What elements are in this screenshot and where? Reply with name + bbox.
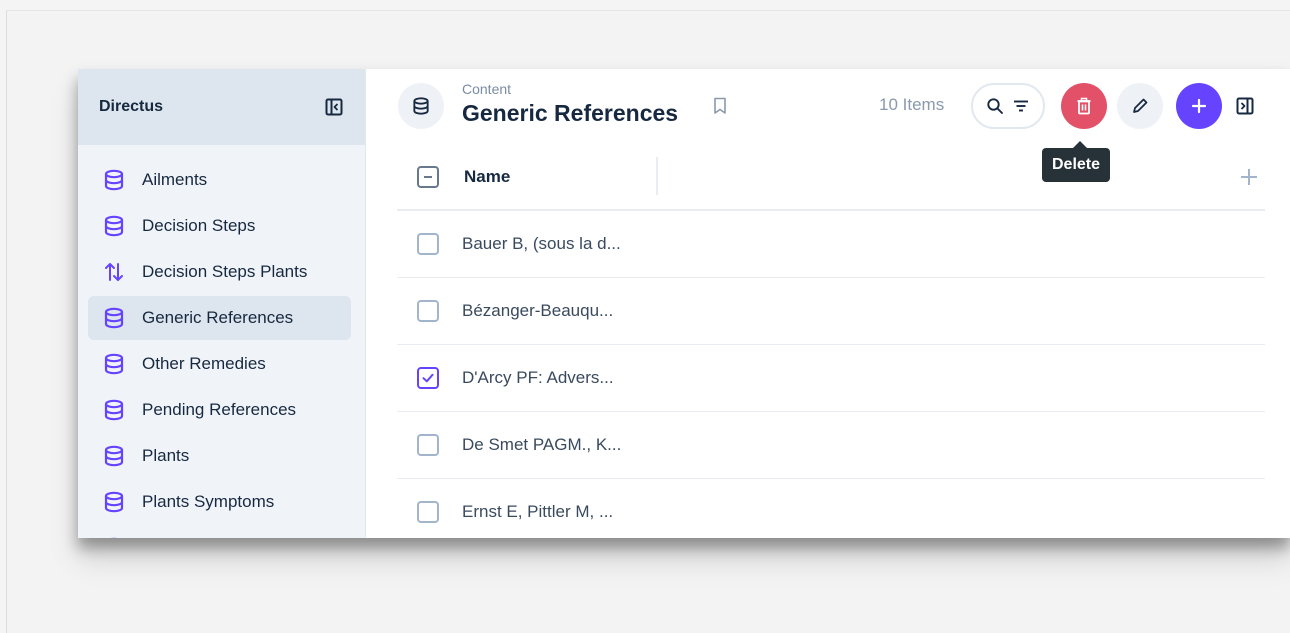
database-icon — [413, 97, 429, 115]
pencil-icon — [1133, 98, 1148, 113]
select-all-checkbox[interactable] — [417, 166, 439, 188]
row-name: Bauer B, (sous la d... — [462, 234, 621, 253]
row-checkbox[interactable] — [417, 233, 439, 255]
app-window: Directus Ailments Decision Steps Decisio… — [78, 69, 1290, 538]
row-checkbox[interactable] — [417, 434, 439, 456]
sidebar-item-ailments[interactable]: Ailments — [88, 158, 351, 202]
sidebar-item-label: Other Remedies — [142, 354, 266, 373]
checkmark-icon — [422, 373, 434, 383]
row-name: D'Arcy PF: Advers... — [462, 368, 614, 387]
collection-icon-button[interactable] — [398, 83, 444, 129]
sidebar-item-label: Decision Steps — [142, 216, 256, 235]
search-filter-button[interactable] — [971, 83, 1045, 129]
database-icon — [102, 352, 126, 376]
bookmark-icon — [714, 97, 726, 114]
add-column-button[interactable] — [1237, 165, 1261, 189]
database-icon — [102, 490, 126, 514]
table-row[interactable]: Ernst E, Pittler M, ... — [397, 479, 1265, 538]
header-bar: Content Generic References 10 Items — [367, 69, 1290, 145]
sidebar-item-plants[interactable]: Plants — [88, 434, 351, 478]
trash-icon — [1077, 97, 1091, 115]
database-icon — [102, 536, 126, 538]
sidebar-toggle-icon — [325, 98, 343, 116]
page-title: Generic References — [462, 100, 679, 126]
sidebar-header: Directus — [78, 69, 365, 145]
sidebar-item-plants-symptoms[interactable]: Plants Symptoms — [88, 480, 351, 524]
project-name: Directus — [99, 98, 164, 115]
item-count: 10 Items — [879, 95, 945, 114]
breadcrumb[interactable]: Content — [462, 81, 511, 97]
sidebar-item-partial[interactable] — [88, 526, 351, 538]
items-table: Name Bauer B, (sous la d... Bézanger-Bea… — [397, 145, 1265, 538]
table-header: Name — [397, 145, 1265, 211]
database-icon — [102, 398, 126, 422]
table-row[interactable]: Bézanger-Beauqu... — [397, 278, 1265, 345]
sidebar-item-generic-references[interactable]: Generic References — [88, 296, 351, 340]
plus-icon — [1241, 169, 1257, 185]
collapse-sidebar-button[interactable] — [323, 96, 345, 118]
row-name: Ernst E, Pittler M, ... — [462, 502, 614, 521]
sidepanel-toggle-icon — [1236, 97, 1254, 115]
database-icon — [102, 444, 126, 468]
sidebar-item-label: Plants Symptoms — [142, 492, 275, 511]
column-resize-handle[interactable] — [656, 157, 658, 195]
indeterminate-icon — [424, 176, 432, 178]
toggle-sidepanel-button[interactable] — [1234, 95, 1256, 117]
column-header-name[interactable]: Name — [464, 167, 510, 187]
table-row[interactable]: D'Arcy PF: Advers... — [397, 345, 1265, 412]
filter-icon — [1014, 100, 1028, 112]
delete-button[interactable] — [1061, 83, 1107, 129]
database-icon — [102, 306, 126, 330]
sidebar-item-label: Plants — [142, 446, 190, 465]
import-export-icon — [102, 260, 126, 284]
edit-button[interactable] — [1117, 83, 1163, 129]
sidebar-item-label: Decision Steps Plants — [142, 262, 308, 281]
table-row[interactable]: De Smet PAGM., K... — [397, 412, 1265, 479]
row-name: Bézanger-Beauqu... — [462, 301, 614, 320]
plus-icon — [1191, 98, 1207, 114]
sidebar: Directus Ailments Decision Steps Decisio… — [78, 69, 366, 538]
create-item-button[interactable] — [1176, 83, 1222, 129]
sidebar-item-pending-references[interactable]: Pending References — [88, 388, 351, 432]
collection-nav: Ailments Decision Steps Decision Steps P… — [78, 145, 365, 538]
sidebar-item-label: Ailments — [142, 170, 208, 189]
sidebar-item-other-remedies[interactable]: Other Remedies — [88, 342, 351, 386]
sidebar-item-decision-steps-plants[interactable]: Decision Steps Plants — [88, 250, 351, 294]
sidebar-item-label: Pending References — [142, 400, 297, 419]
sidebar-item-decision-steps[interactable]: Decision Steps — [88, 204, 351, 248]
table-row[interactable]: Bauer B, (sous la d... — [397, 211, 1265, 278]
database-icon — [102, 168, 126, 192]
main-content: Content Generic References 10 Items Dele… — [367, 69, 1290, 538]
sidebar-item-label: Generic References — [142, 308, 294, 327]
bookmark-button[interactable] — [711, 95, 729, 117]
search-icon — [987, 98, 1003, 114]
row-checkbox[interactable] — [417, 300, 439, 322]
row-name: De Smet PAGM., K... — [462, 435, 622, 454]
row-checkbox[interactable] — [417, 501, 439, 523]
row-checkbox-checked[interactable] — [417, 367, 439, 389]
database-icon — [102, 214, 126, 238]
